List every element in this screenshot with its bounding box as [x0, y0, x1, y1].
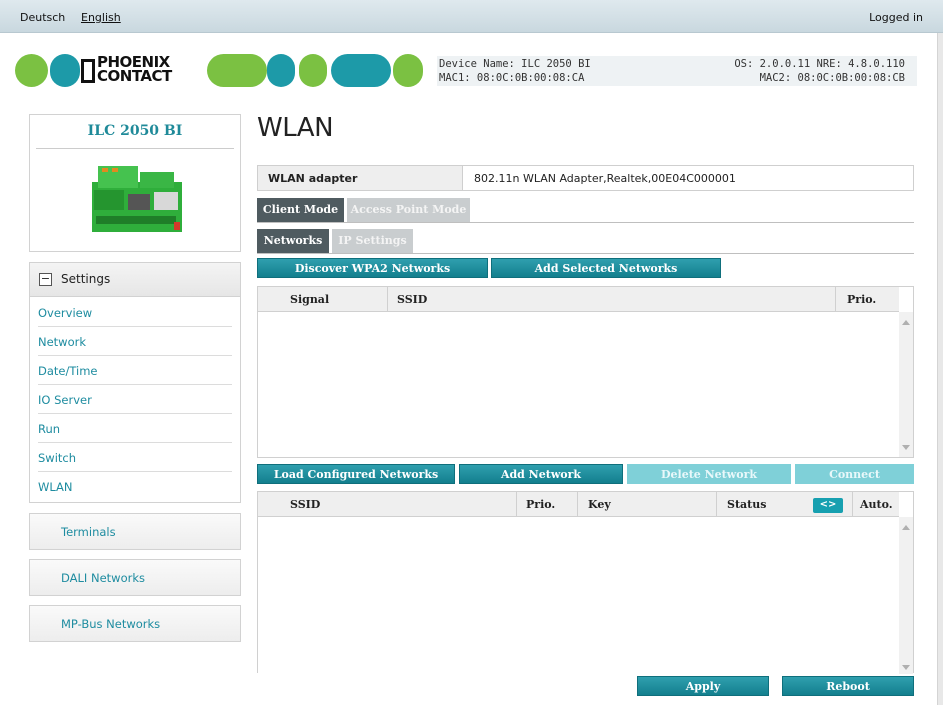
tab-access-point-mode[interactable]: Access Point Mode	[347, 198, 470, 222]
column-divider	[852, 492, 853, 517]
logo-pill-teal	[331, 54, 391, 87]
sidebar-item-date-time[interactable]: Date/Time	[38, 356, 232, 385]
nav-mp-bus-networks[interactable]: MP-Bus Networks	[29, 605, 241, 642]
sidebar-item-wlan[interactable]: WLAN	[38, 472, 232, 501]
column-divider	[835, 287, 836, 312]
column-ssid[interactable]: SSID	[397, 287, 427, 312]
configured-table-scrollbar[interactable]	[899, 517, 913, 674]
column-divider	[387, 287, 388, 312]
sidebar-item-run[interactable]: Run	[38, 414, 232, 443]
logo-dot-green-2	[299, 54, 327, 87]
column-divider	[516, 492, 517, 517]
column-prio[interactable]: Prio.	[847, 287, 876, 312]
scroll-up-icon[interactable]	[902, 525, 910, 530]
login-status: Logged in	[869, 11, 923, 24]
connect-button[interactable]: Connect	[795, 464, 914, 484]
wlan-adapter-value: 802.11n WLAN Adapter,Realtek,00E04C00000…	[474, 172, 736, 185]
load-configured-networks-button[interactable]: Load Configured Networks	[257, 464, 455, 484]
column-divider	[716, 492, 717, 517]
phoenix-contact-logo: PHOENIX CONTACT	[15, 54, 425, 87]
logo-d-mark	[81, 59, 95, 83]
column-divider	[577, 492, 578, 517]
tab-client-mode[interactable]: Client Mode	[257, 198, 344, 222]
sidebar-item-switch[interactable]: Switch	[38, 443, 232, 472]
page-title: WLAN	[257, 113, 334, 143]
column-status[interactable]: Status	[727, 492, 766, 517]
language-link-deutsch[interactable]: Deutsch	[20, 11, 65, 24]
logo-dot-teal	[50, 54, 80, 87]
settings-menu: − Settings Overview Network Date/Time IO…	[29, 262, 241, 503]
divider	[36, 148, 234, 149]
controller-device-image	[92, 166, 182, 232]
logo-dot-green-3	[393, 54, 423, 87]
settings-menu-label: Settings	[61, 272, 111, 286]
scan-table-scrollbar[interactable]	[899, 312, 913, 457]
device-name: Device Name: ILC 2050 BI	[439, 58, 591, 70]
tab-networks[interactable]: Networks	[257, 229, 329, 253]
logo-pill-green	[207, 54, 267, 87]
wlan-adapter-label: WLAN adapter	[258, 166, 463, 190]
sidebar-item-io-server[interactable]: IO Server	[38, 385, 232, 414]
device-mac2: MAC2: 08:0C:0B:00:08:CB	[759, 72, 905, 84]
scan-results-table: Signal SSID Prio.	[257, 286, 914, 458]
logo-dot-teal-2	[267, 54, 295, 87]
settings-menu-header[interactable]: − Settings	[30, 263, 240, 297]
column-signal[interactable]: Signal	[290, 287, 329, 312]
logo-line-contact: CONTACT	[97, 67, 172, 85]
tab-ip-settings[interactable]: IP Settings	[332, 229, 413, 253]
collapse-icon[interactable]: −	[39, 273, 52, 286]
device-card: ILC 2050 BI	[29, 114, 241, 252]
nav-terminals[interactable]: Terminals	[29, 513, 241, 550]
nav-dali-networks[interactable]: DALI Networks	[29, 559, 241, 596]
sidebar-item-overview[interactable]: Overview	[38, 298, 232, 327]
column-ssid[interactable]: SSID	[290, 492, 320, 517]
column-auto[interactable]: Auto.	[860, 492, 893, 517]
scroll-down-icon[interactable]	[902, 665, 910, 670]
wlan-adapter-row: WLAN adapter 802.11n WLAN Adapter,Realte…	[257, 165, 914, 191]
discover-wpa2-networks-button[interactable]: Discover WPA2 Networks	[257, 258, 488, 278]
configured-networks-table: SSID Prio. Key Status <> Auto.	[257, 491, 914, 674]
delete-network-button[interactable]: Delete Network	[627, 464, 791, 484]
add-network-button[interactable]: Add Network	[459, 464, 623, 484]
sidebar-item-network[interactable]: Network	[38, 327, 232, 356]
tab-divider	[257, 222, 914, 223]
device-mac1: MAC1: 08:0C:0B:00:08:CA	[439, 72, 585, 84]
language-link-english[interactable]: English	[81, 11, 121, 24]
device-os: OS: 2.0.0.11 NRE: 4.8.0.110	[734, 58, 905, 70]
page-scrollbar[interactable]	[937, 33, 943, 705]
scan-table-header: Signal SSID Prio.	[258, 287, 899, 312]
device-info: Device Name: ILC 2050 BI MAC1: 08:0C:0B:…	[437, 56, 917, 86]
add-selected-networks-button[interactable]: Add Selected Networks	[491, 258, 721, 278]
scroll-down-icon[interactable]	[902, 445, 910, 450]
device-title: ILC 2050 BI	[87, 123, 183, 139]
top-bar: Deutsch English Logged in	[0, 0, 943, 33]
apply-button[interactable]: Apply	[637, 676, 769, 696]
logo-wordmark: PHOENIX CONTACT	[97, 55, 172, 85]
logo-dot-green	[15, 54, 48, 87]
column-key[interactable]: Key	[588, 492, 611, 517]
scroll-up-icon[interactable]	[902, 320, 910, 325]
configured-table-header: SSID Prio. Key Status <> Auto.	[258, 492, 899, 517]
subtab-divider	[257, 253, 914, 254]
column-prio[interactable]: Prio.	[526, 492, 555, 517]
reboot-button[interactable]: Reboot	[782, 676, 914, 696]
column-toggle-button[interactable]: <>	[813, 498, 843, 513]
